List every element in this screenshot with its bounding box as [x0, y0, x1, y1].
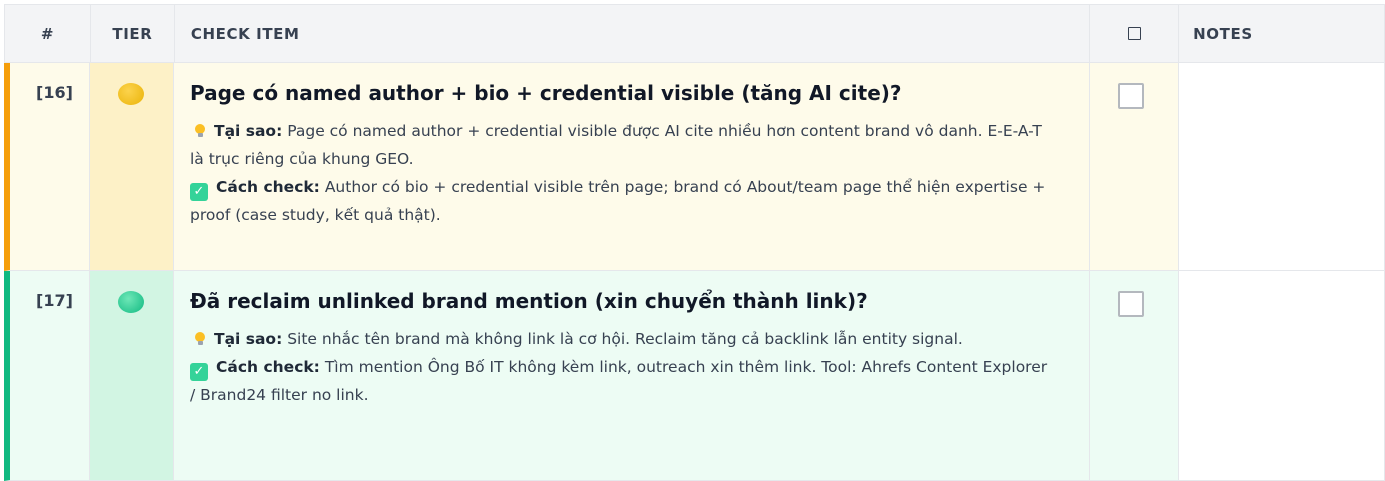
row-number-cell: [17]: [4, 271, 90, 481]
check-item-details: Tại sao: Site nhắc tên brand mà không li…: [190, 325, 1050, 409]
done-checkbox[interactable]: [1118, 291, 1144, 317]
tier-cell: [90, 63, 174, 271]
how-label: Cách check:: [216, 358, 320, 376]
row-number-cell: [16]: [4, 63, 90, 271]
lightbulb-icon: [194, 124, 206, 138]
how-label: Cách check:: [216, 178, 320, 196]
why-text: Page có named author + credential visibl…: [190, 122, 1042, 168]
checklist-table: # TIER CHECK ITEM NOTES [16] Page có nam…: [4, 4, 1385, 481]
table-row: [16] Page có named author + bio + creden…: [4, 63, 1385, 271]
checkbox-cell: [1090, 63, 1179, 271]
checkbox-icon: [1127, 27, 1141, 40]
row-number: [16]: [36, 83, 73, 102]
notes-cell[interactable]: [1179, 63, 1385, 271]
header-check-item: CHECK ITEM: [174, 5, 1091, 63]
tier-cell: [90, 271, 174, 481]
check-item-title: Page có named author + bio + credential …: [190, 81, 902, 105]
check-item-cell: Page có named author + bio + credential …: [174, 63, 1090, 271]
notes-cell[interactable]: [1179, 271, 1385, 481]
done-checkbox[interactable]: [1118, 83, 1144, 109]
check-item-cell: Đã reclaim unlinked brand mention (xin c…: [174, 271, 1090, 481]
header-tier: TIER: [90, 5, 175, 63]
check-mark-icon: ✓: [190, 183, 208, 201]
checkbox-cell: [1090, 271, 1179, 481]
why-label: Tại sao:: [214, 330, 283, 348]
check-mark-icon: ✓: [190, 363, 208, 381]
table-row: [17] Đã reclaim unlinked brand mention (…: [4, 271, 1385, 481]
header-checkbox-column: [1090, 5, 1180, 63]
tier-dot-icon: [118, 83, 144, 105]
why-label: Tại sao:: [214, 122, 283, 140]
check-item-details: Tại sao: Page có named author + credenti…: [190, 117, 1050, 229]
row-number: [17]: [36, 291, 73, 310]
why-text: Site nhắc tên brand mà không link là cơ …: [282, 330, 963, 348]
lightbulb-icon: [194, 332, 206, 346]
header-notes: NOTES: [1179, 5, 1385, 63]
table-header: # TIER CHECK ITEM NOTES: [4, 4, 1385, 63]
header-number: #: [5, 5, 91, 63]
tier-dot-icon: [118, 291, 144, 313]
check-item-title: Đã reclaim unlinked brand mention (xin c…: [190, 289, 868, 313]
